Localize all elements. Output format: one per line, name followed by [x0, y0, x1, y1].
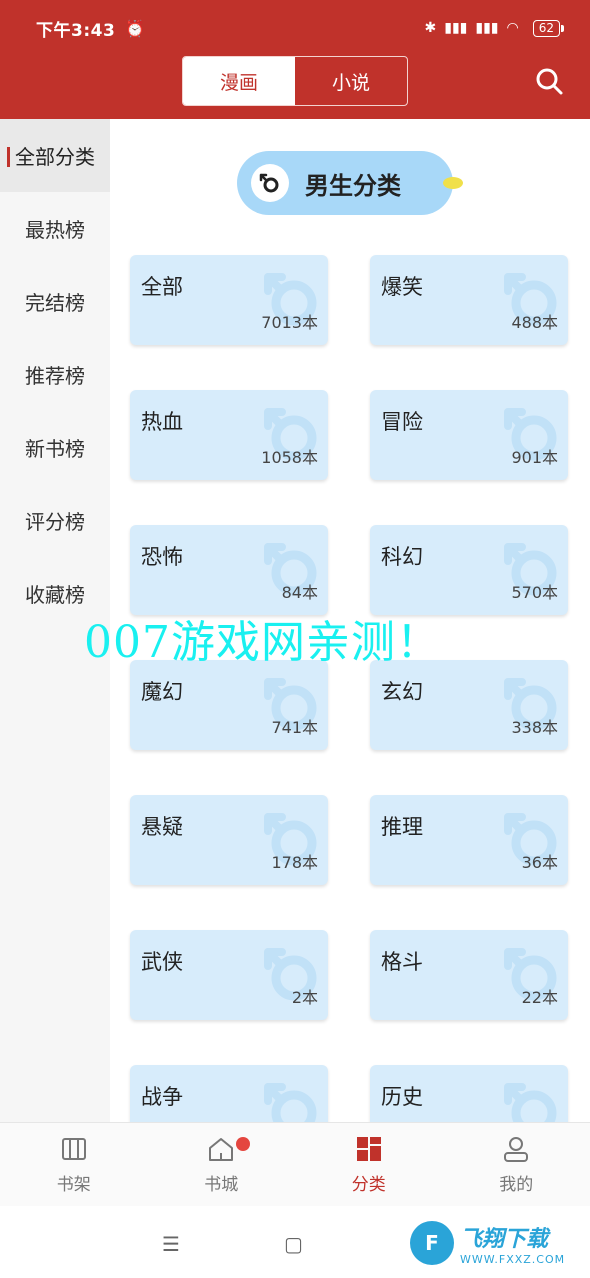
- category-card[interactable]: 悬疑 178本: [130, 795, 328, 885]
- male-symbol-watermark-icon: [262, 1071, 322, 1122]
- notification-badge: [235, 1137, 250, 1151]
- category-name: 科幻: [381, 545, 423, 569]
- category-name: 魔幻: [141, 680, 183, 704]
- sidebar-item-label: 评分榜: [25, 510, 85, 534]
- category-card[interactable]: 魔幻 741本: [130, 660, 328, 750]
- sidebar-item-all[interactable]: 全部分类: [0, 119, 110, 192]
- user-icon: [504, 1137, 529, 1162]
- sidebar-item-recommended[interactable]: 推荐榜: [0, 338, 110, 411]
- category-name: 推理: [381, 815, 423, 839]
- section-title: 男生分类: [305, 171, 401, 200]
- search-icon[interactable]: [534, 66, 564, 96]
- category-count: 901本: [511, 448, 558, 467]
- status-bar: 下午3:43 ⏰ ✱ ▮▮▮ ▮▮▮ ◠ 62: [36, 14, 565, 42]
- category-card[interactable]: 历史: [370, 1065, 568, 1122]
- alarm-icon: ⏰: [125, 18, 146, 38]
- category-count: 84本: [281, 583, 318, 602]
- sidebar-item-label: 全部分类: [15, 145, 95, 169]
- category-card[interactable]: 玄幻 338本: [370, 660, 568, 750]
- sidebar-item-label: 收藏榜: [25, 583, 85, 607]
- category-name: 全部: [141, 275, 183, 299]
- bluetooth-icon: ✱: [424, 20, 437, 36]
- category-card[interactable]: 恐怖 84本: [130, 525, 328, 615]
- nav-category[interactable]: 分类: [295, 1123, 443, 1206]
- section-header-male[interactable]: 男生分类: [237, 151, 463, 215]
- sidebar-item-label: 最热榜: [25, 218, 85, 242]
- category-card[interactable]: 战争: [130, 1065, 328, 1122]
- menu-icon[interactable]: ☰: [162, 1232, 180, 1256]
- category-count: 2本: [291, 988, 318, 1007]
- sidebar-item-label: 推荐榜: [25, 364, 85, 388]
- category-name: 格斗: [381, 950, 423, 974]
- category-name: 恐怖: [141, 545, 183, 569]
- system-nav-bar: ☰ ▢ ‹ F 飞翔下载 WWW.FXXZ.COM: [0, 1206, 590, 1278]
- signal-icon: ▮▮▮: [444, 20, 468, 36]
- sidebar-item-hottest[interactable]: 最热榜: [0, 192, 110, 265]
- brand-title: 飞翔下载: [460, 1226, 549, 1252]
- category-card[interactable]: 全部 7013本: [130, 255, 328, 345]
- brand-watermark: F 飞翔下载 WWW.FXXZ.COM: [410, 1214, 580, 1272]
- category-count: 7013本: [261, 313, 318, 332]
- nav-label: 书城: [204, 1175, 239, 1195]
- bookshelf-icon: [61, 1138, 86, 1160]
- sidebar-item-completed[interactable]: 完结榜: [0, 265, 110, 338]
- sidebar-item-rating[interactable]: 评分榜: [0, 484, 110, 557]
- category-name: 热血: [141, 410, 183, 434]
- nav-profile[interactable]: 我的: [443, 1123, 590, 1206]
- nav-label: 分类: [351, 1175, 386, 1195]
- tab-novel[interactable]: 小说: [295, 57, 407, 105]
- category-count: 178本: [271, 853, 318, 872]
- nav-bookstore[interactable]: 书城: [148, 1123, 296, 1206]
- category-name: 武侠: [141, 950, 183, 974]
- brand-logo: F: [410, 1221, 454, 1265]
- sidebar-item-new[interactable]: 新书榜: [0, 411, 110, 484]
- category-count: 1058本: [261, 448, 318, 467]
- category-card[interactable]: 热血 1058本: [130, 390, 328, 480]
- category-count: 36本: [521, 853, 558, 872]
- nav-bookshelf[interactable]: 书架: [0, 1123, 148, 1206]
- home-square-icon[interactable]: ▢: [284, 1232, 303, 1256]
- category-card[interactable]: 推理 36本: [370, 795, 568, 885]
- sidebar-item-label: 新书榜: [25, 437, 85, 461]
- category-count: 338本: [511, 718, 558, 737]
- category-card[interactable]: 科幻 570本: [370, 525, 568, 615]
- category-count: 488本: [511, 313, 558, 332]
- status-time: 下午3:43: [36, 20, 116, 41]
- category-count: 741本: [271, 718, 318, 737]
- category-grid-icon: [356, 1137, 381, 1161]
- app-header: 下午3:43 ⏰ ✱ ▮▮▮ ▮▮▮ ◠ 62 漫画 小说: [0, 0, 590, 119]
- nav-label: 我的: [499, 1175, 534, 1195]
- category-count: 570本: [511, 583, 558, 602]
- category-name: 历史: [381, 1085, 423, 1109]
- watermark-overlay-text: 007游戏网亲测！: [84, 617, 441, 668]
- category-name: 悬疑: [141, 815, 183, 839]
- male-symbol-watermark-icon: [502, 1071, 562, 1122]
- category-card[interactable]: 爆笑 488本: [370, 255, 568, 345]
- top-tab-switch: 漫画 小说: [182, 56, 408, 106]
- category-name: 战争: [141, 1085, 183, 1109]
- battery-icon: 62: [532, 19, 565, 37]
- decor-dot: [443, 177, 463, 189]
- category-card[interactable]: 格斗 22本: [370, 930, 568, 1020]
- nav-label: 书架: [56, 1175, 91, 1195]
- category-card[interactable]: 冒险 901本: [370, 390, 568, 480]
- category-card[interactable]: 武侠 2本: [130, 930, 328, 1020]
- sidebar-item-label: 完结榜: [25, 291, 85, 315]
- male-symbol-icon: [251, 164, 289, 202]
- category-count: 22本: [521, 988, 558, 1007]
- bottom-nav: 书架 书城 分类 我的: [0, 1122, 590, 1206]
- wifi-icon: ◠: [506, 20, 519, 36]
- brand-url: WWW.FXXZ.COM: [460, 1252, 566, 1266]
- category-name: 玄幻: [381, 680, 423, 704]
- signal-icon-2: ▮▮▮: [475, 20, 499, 36]
- home-icon: [209, 1138, 234, 1161]
- status-right: ✱ ▮▮▮ ▮▮▮ ◠ 62: [424, 19, 565, 37]
- category-name: 冒险: [381, 410, 423, 434]
- category-name: 爆笑: [381, 275, 423, 299]
- tab-comic[interactable]: 漫画: [183, 57, 295, 105]
